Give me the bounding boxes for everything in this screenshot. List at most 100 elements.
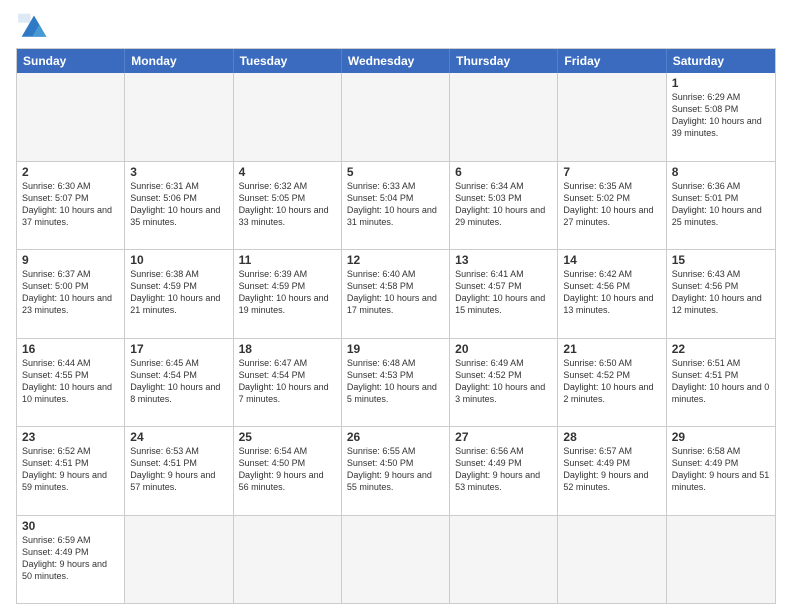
day-info: Sunrise: 6:42 AM Sunset: 4:56 PM Dayligh… [563,268,660,317]
day-info: Sunrise: 6:35 AM Sunset: 5:02 PM Dayligh… [563,180,660,229]
day-info: Sunrise: 6:31 AM Sunset: 5:06 PM Dayligh… [130,180,227,229]
day-info: Sunrise: 6:47 AM Sunset: 4:54 PM Dayligh… [239,357,336,406]
calendar-cell: 8Sunrise: 6:36 AM Sunset: 5:01 PM Daylig… [667,162,775,250]
day-number: 11 [239,253,336,267]
logo [16,12,56,42]
day-info: Sunrise: 6:33 AM Sunset: 5:04 PM Dayligh… [347,180,444,229]
calendar-cell: 10Sunrise: 6:38 AM Sunset: 4:59 PM Dayli… [125,250,233,338]
calendar-cell: 24Sunrise: 6:53 AM Sunset: 4:51 PM Dayli… [125,427,233,515]
day-number: 23 [22,430,119,444]
calendar-cell: 14Sunrise: 6:42 AM Sunset: 4:56 PM Dayli… [558,250,666,338]
calendar-cell [234,516,342,604]
header-day-monday: Monday [125,49,233,73]
calendar-cell: 27Sunrise: 6:56 AM Sunset: 4:49 PM Dayli… [450,427,558,515]
calendar-cell: 16Sunrise: 6:44 AM Sunset: 4:55 PM Dayli… [17,339,125,427]
calendar-cell: 28Sunrise: 6:57 AM Sunset: 4:49 PM Dayli… [558,427,666,515]
calendar-cell [558,73,666,161]
calendar-cell: 17Sunrise: 6:45 AM Sunset: 4:54 PM Dayli… [125,339,233,427]
day-number: 27 [455,430,552,444]
calendar-cell: 21Sunrise: 6:50 AM Sunset: 4:52 PM Dayli… [558,339,666,427]
calendar-cell: 22Sunrise: 6:51 AM Sunset: 4:51 PM Dayli… [667,339,775,427]
day-info: Sunrise: 6:37 AM Sunset: 5:00 PM Dayligh… [22,268,119,317]
calendar-week-5: 30Sunrise: 6:59 AM Sunset: 4:49 PM Dayli… [17,515,775,604]
day-number: 26 [347,430,444,444]
day-info: Sunrise: 6:59 AM Sunset: 4:49 PM Dayligh… [22,534,119,583]
day-info: Sunrise: 6:41 AM Sunset: 4:57 PM Dayligh… [455,268,552,317]
day-number: 4 [239,165,336,179]
day-info: Sunrise: 6:48 AM Sunset: 4:53 PM Dayligh… [347,357,444,406]
day-info: Sunrise: 6:30 AM Sunset: 5:07 PM Dayligh… [22,180,119,229]
header-day-wednesday: Wednesday [342,49,450,73]
calendar-cell [342,516,450,604]
calendar-header-row: SundayMondayTuesdayWednesdayThursdayFrid… [17,49,775,73]
header-day-saturday: Saturday [667,49,775,73]
day-info: Sunrise: 6:55 AM Sunset: 4:50 PM Dayligh… [347,445,444,494]
day-info: Sunrise: 6:54 AM Sunset: 4:50 PM Dayligh… [239,445,336,494]
day-info: Sunrise: 6:50 AM Sunset: 4:52 PM Dayligh… [563,357,660,406]
header-day-friday: Friday [558,49,666,73]
calendar-cell [450,516,558,604]
day-info: Sunrise: 6:34 AM Sunset: 5:03 PM Dayligh… [455,180,552,229]
day-info: Sunrise: 6:53 AM Sunset: 4:51 PM Dayligh… [130,445,227,494]
calendar-cell: 4Sunrise: 6:32 AM Sunset: 5:05 PM Daylig… [234,162,342,250]
day-info: Sunrise: 6:45 AM Sunset: 4:54 PM Dayligh… [130,357,227,406]
day-info: Sunrise: 6:29 AM Sunset: 5:08 PM Dayligh… [672,91,770,140]
day-number: 15 [672,253,770,267]
day-number: 29 [672,430,770,444]
calendar: SundayMondayTuesdayWednesdayThursdayFrid… [16,48,776,604]
day-info: Sunrise: 6:32 AM Sunset: 5:05 PM Dayligh… [239,180,336,229]
calendar-cell: 6Sunrise: 6:34 AM Sunset: 5:03 PM Daylig… [450,162,558,250]
calendar-cell: 12Sunrise: 6:40 AM Sunset: 4:58 PM Dayli… [342,250,450,338]
day-number: 21 [563,342,660,356]
calendar-body: 1Sunrise: 6:29 AM Sunset: 5:08 PM Daylig… [17,73,775,603]
day-number: 14 [563,253,660,267]
day-info: Sunrise: 6:40 AM Sunset: 4:58 PM Dayligh… [347,268,444,317]
day-number: 18 [239,342,336,356]
day-number: 19 [347,342,444,356]
calendar-cell [125,516,233,604]
day-info: Sunrise: 6:56 AM Sunset: 4:49 PM Dayligh… [455,445,552,494]
day-info: Sunrise: 6:52 AM Sunset: 4:51 PM Dayligh… [22,445,119,494]
calendar-cell: 1Sunrise: 6:29 AM Sunset: 5:08 PM Daylig… [667,73,775,161]
calendar-cell: 19Sunrise: 6:48 AM Sunset: 4:53 PM Dayli… [342,339,450,427]
calendar-cell: 23Sunrise: 6:52 AM Sunset: 4:51 PM Dayli… [17,427,125,515]
day-info: Sunrise: 6:57 AM Sunset: 4:49 PM Dayligh… [563,445,660,494]
day-info: Sunrise: 6:49 AM Sunset: 4:52 PM Dayligh… [455,357,552,406]
day-info: Sunrise: 6:44 AM Sunset: 4:55 PM Dayligh… [22,357,119,406]
day-number: 17 [130,342,227,356]
day-number: 25 [239,430,336,444]
calendar-cell: 13Sunrise: 6:41 AM Sunset: 4:57 PM Dayli… [450,250,558,338]
day-number: 24 [130,430,227,444]
calendar-week-1: 2Sunrise: 6:30 AM Sunset: 5:07 PM Daylig… [17,161,775,250]
calendar-week-4: 23Sunrise: 6:52 AM Sunset: 4:51 PM Dayli… [17,426,775,515]
day-number: 7 [563,165,660,179]
day-number: 13 [455,253,552,267]
day-info: Sunrise: 6:39 AM Sunset: 4:59 PM Dayligh… [239,268,336,317]
calendar-cell: 3Sunrise: 6:31 AM Sunset: 5:06 PM Daylig… [125,162,233,250]
calendar-cell: 9Sunrise: 6:37 AM Sunset: 5:00 PM Daylig… [17,250,125,338]
calendar-week-0: 1Sunrise: 6:29 AM Sunset: 5:08 PM Daylig… [17,73,775,161]
day-number: 9 [22,253,119,267]
calendar-cell [234,73,342,161]
calendar-cell [667,516,775,604]
day-number: 30 [22,519,119,533]
header-day-thursday: Thursday [450,49,558,73]
day-info: Sunrise: 6:51 AM Sunset: 4:51 PM Dayligh… [672,357,770,406]
calendar-cell [125,73,233,161]
calendar-cell: 5Sunrise: 6:33 AM Sunset: 5:04 PM Daylig… [342,162,450,250]
day-number: 8 [672,165,770,179]
header-day-sunday: Sunday [17,49,125,73]
calendar-cell: 20Sunrise: 6:49 AM Sunset: 4:52 PM Dayli… [450,339,558,427]
day-number: 3 [130,165,227,179]
calendar-cell [17,73,125,161]
logo-icon [16,12,52,42]
calendar-cell: 25Sunrise: 6:54 AM Sunset: 4:50 PM Dayli… [234,427,342,515]
calendar-cell: 26Sunrise: 6:55 AM Sunset: 4:50 PM Dayli… [342,427,450,515]
day-info: Sunrise: 6:58 AM Sunset: 4:49 PM Dayligh… [672,445,770,494]
calendar-cell [558,516,666,604]
day-info: Sunrise: 6:38 AM Sunset: 4:59 PM Dayligh… [130,268,227,317]
day-number: 5 [347,165,444,179]
day-info: Sunrise: 6:43 AM Sunset: 4:56 PM Dayligh… [672,268,770,317]
day-number: 10 [130,253,227,267]
day-number: 1 [672,76,770,90]
